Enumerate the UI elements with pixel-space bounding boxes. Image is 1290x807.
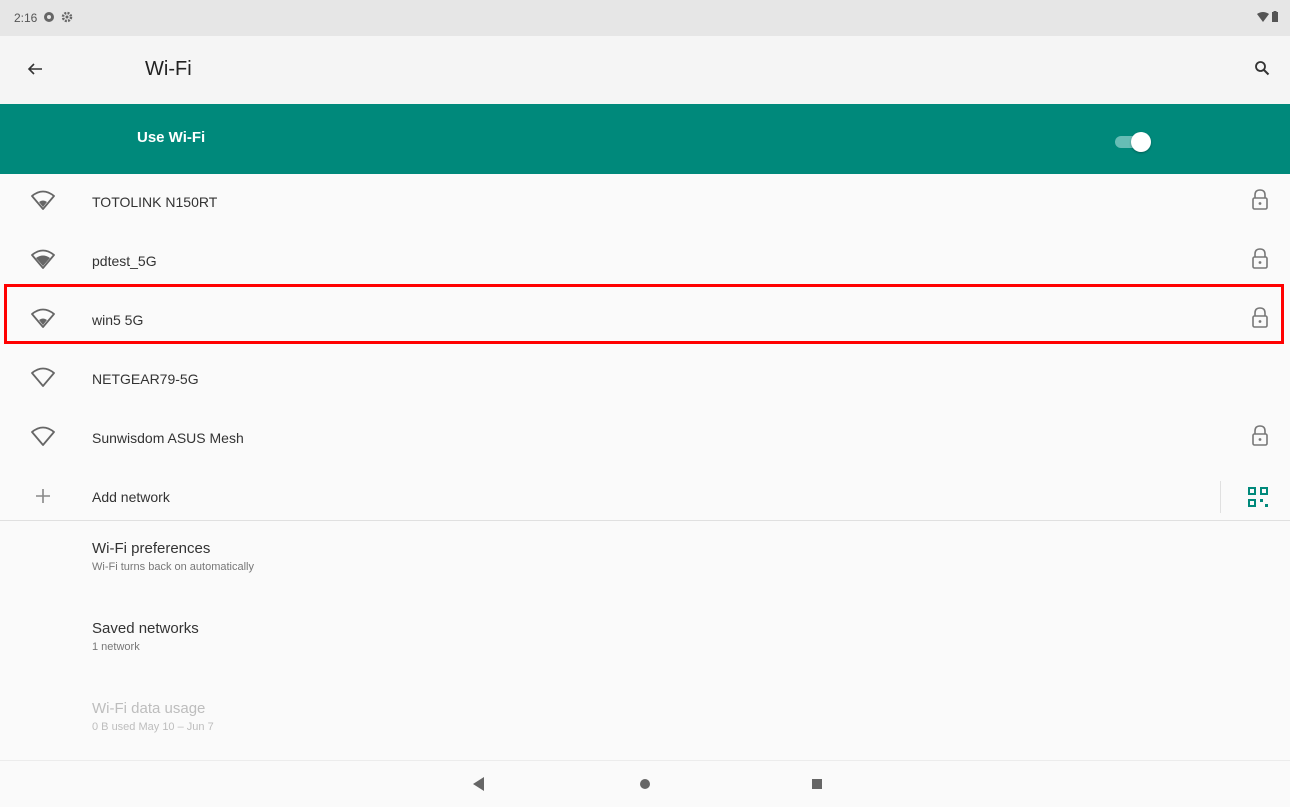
sync-icon [43,11,55,26]
use-wifi-toggle[interactable] [1113,131,1153,152]
battery-icon [1272,11,1278,25]
network-row-totolink[interactable]: TOTOLINK N150RT [0,174,1290,233]
add-network-label: Add network [92,489,170,505]
settings-gear-icon [61,11,73,26]
toggle-thumb [1131,132,1151,152]
status-bar: 2:16 [0,0,1290,36]
network-name: pdtest_5G [92,253,157,269]
status-left: 2:16 [14,11,73,26]
use-wifi-switch-bar[interactable]: Use Wi-Fi [0,104,1290,174]
use-wifi-label: Use Wi-Fi [137,129,206,146]
saved-networks-item[interactable]: Saved networks 1 network [92,620,199,653]
wifi-signal-icon [1257,11,1269,25]
network-row-sunwisdom[interactable]: Sunwisdom ASUS Mesh [0,410,1290,469]
pref-title: Wi-Fi data usage [92,700,206,717]
divider [1220,481,1221,513]
network-row-netgear79[interactable]: NETGEAR79-5G [0,351,1290,410]
network-row-pdtest[interactable]: pdtest_5G [0,233,1290,292]
wifi-data-usage-item: Wi-Fi data usage 0 B used May 10 – Jun 7 [92,700,214,733]
qr-code-scan-button[interactable] [1246,485,1270,509]
app-bar: Wi-Fi [0,36,1290,104]
network-list: TOTOLINK N150RT pdtest_5G win5 5G NETGEA… [0,174,1290,528]
wifi-preferences-item[interactable]: Wi-Fi preferences Wi-Fi turns back on au… [92,540,254,573]
lock-icon [1250,188,1270,212]
navigation-bar [0,760,1290,807]
search-icon [1254,60,1270,81]
wifi-icon [30,306,56,332]
pref-summary: 0 B used May 10 – Jun 7 [92,721,214,733]
lock-icon [1250,424,1270,448]
home-circle-icon[interactable] [634,773,656,795]
section-divider [0,520,1290,521]
qr-code-scan-icon [1248,487,1268,507]
plus-icon [32,485,54,507]
page-title: Wi-Fi [145,58,192,80]
arrow-back-icon [27,61,43,82]
network-name: win5 5G [92,312,144,328]
lock-icon [1250,306,1270,330]
wifi-icon [30,188,56,214]
network-name: Sunwisdom ASUS Mesh [92,430,244,446]
recents-square-icon[interactable] [806,773,828,795]
network-name: NETGEAR79-5G [92,371,199,387]
network-row-win5[interactable]: win5 5G [0,292,1290,351]
pref-summary: 1 network [92,641,140,653]
pref-summary: Wi-Fi turns back on automatically [92,561,254,573]
back-triangle-icon[interactable] [468,773,490,795]
status-right [1257,0,1278,36]
pref-title: Wi-Fi preferences [92,540,211,557]
wifi-icon [30,365,56,391]
network-name: TOTOLINK N150RT [92,194,218,210]
wifi-icon [30,247,56,273]
wifi-icon [30,424,56,450]
back-button[interactable] [22,58,48,84]
status-time: 2:16 [14,11,38,25]
lock-icon [1250,247,1270,271]
pref-title: Saved networks [92,620,199,637]
search-button[interactable] [1248,56,1276,84]
